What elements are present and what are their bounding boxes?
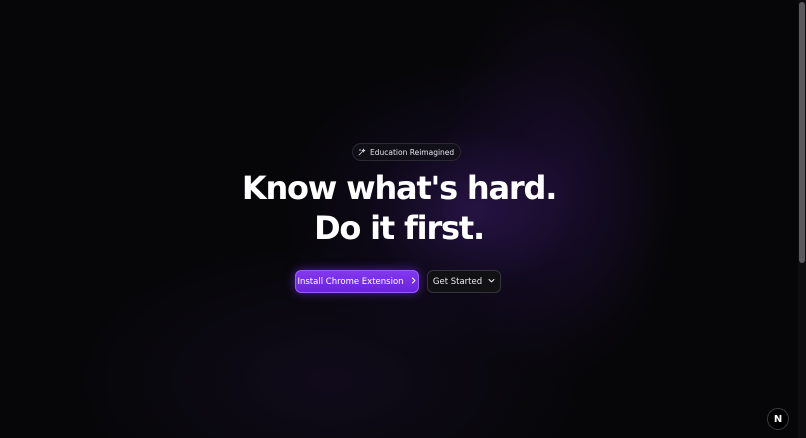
- get-started-button[interactable]: Get Started: [427, 270, 501, 293]
- headline-line-1: Know what's hard.: [241, 169, 558, 207]
- education-badge: Education Reimagined: [352, 143, 462, 161]
- vertical-scrollbar[interactable]: [798, 0, 806, 438]
- badge-label: Education Reimagined: [370, 147, 455, 157]
- install-button-label: Install Chrome Extension: [297, 276, 404, 287]
- dev-tools-indicator-button[interactable]: N: [767, 408, 789, 430]
- headline-line-2: Do it first.: [314, 209, 485, 247]
- n-logo-icon: N: [773, 413, 783, 425]
- sparkle-icon: [358, 148, 366, 156]
- chevron-down-icon: [488, 277, 495, 287]
- landing-page: Education Reimagined Know what's hard. D…: [0, 0, 806, 438]
- install-chrome-extension-button[interactable]: Install Chrome Extension: [295, 270, 419, 293]
- hero-headline: Know what's hard. Do it first.: [199, 168, 599, 248]
- scrollbar-thumb[interactable]: [799, 2, 805, 263]
- hero-section: Education Reimagined Know what's hard. D…: [0, 0, 798, 438]
- get-started-label: Get Started: [432, 276, 483, 287]
- chevron-right-icon: [410, 277, 417, 287]
